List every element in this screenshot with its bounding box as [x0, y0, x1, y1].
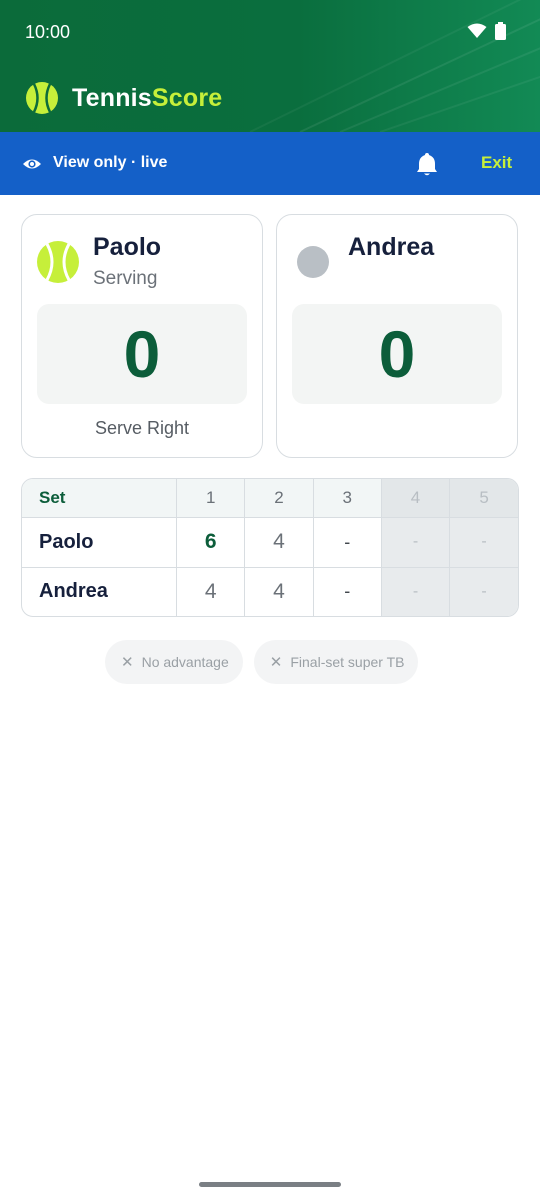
serve-side-label: Serve Right	[94, 418, 190, 438]
brand-name-part2: Score	[151, 83, 223, 112]
set-score-cell: -	[449, 516, 518, 568]
app-header: 10:00 TennisScore	[0, 0, 540, 132]
wifi-icon	[467, 23, 487, 38]
exit-button[interactable]: Exit	[481, 153, 512, 173]
set-score-cell: 4	[244, 566, 314, 616]
table-header-row: Set 1 2 3 4 5	[22, 479, 518, 518]
tennis-ball-icon	[26, 82, 58, 114]
rule-chips: ✕ No advantage ✕ Final-set super TB	[105, 640, 419, 684]
game-score-box: 0	[292, 304, 502, 404]
set-score-cell: 4	[244, 516, 314, 568]
set-score-cell: -	[380, 516, 451, 568]
status-icons	[467, 22, 506, 40]
set-score-cell: -	[312, 566, 382, 616]
view-only-label: View only · live	[53, 154, 168, 171]
bell-icon[interactable]	[414, 151, 440, 177]
battery-icon	[495, 22, 506, 40]
view-only-bar: View only · live Exit	[0, 132, 540, 195]
game-score: 0	[378, 317, 416, 391]
status-time: 10:00	[25, 22, 71, 42]
player-name: Andrea	[348, 233, 435, 261]
brand-name: TennisScore	[72, 84, 222, 113]
player-card-andrea: Andrea 0	[276, 214, 518, 458]
set-column-header: 4	[380, 479, 451, 518]
set-column-header: 2	[244, 479, 314, 518]
close-icon: ✕	[269, 654, 283, 671]
no-advantage-chip: ✕ No advantage	[105, 640, 243, 684]
set-score-cell: 4	[176, 566, 246, 616]
table-row: Paolo 6 4 - - -	[22, 516, 518, 568]
player-card-paolo: Paolo Serving 0 Serve Right	[21, 214, 263, 458]
grey-dot-icon	[297, 246, 329, 278]
set-score-table: Set 1 2 3 4 5 Paolo 6 4 - - - Andrea 4 4…	[21, 478, 519, 617]
close-icon: ✕	[121, 654, 134, 671]
row-player-name: Andrea	[22, 566, 178, 616]
set-column-header: 1	[176, 479, 246, 518]
player-name: Paolo	[93, 233, 162, 261]
chip-label: Final-set super TB	[290, 654, 405, 670]
set-column-header: 3	[312, 479, 382, 518]
table-row: Andrea 4 4 - - -	[22, 566, 518, 616]
set-score-cell: -	[380, 566, 451, 616]
home-indicator[interactable]	[199, 1182, 341, 1187]
brand-name-part1: Tennis	[72, 83, 152, 112]
final-set-super-tb-chip: ✕ Final-set super TB	[253, 640, 419, 684]
chip-label: No advantage	[141, 654, 229, 670]
set-score-cell: 6	[176, 516, 246, 568]
brand: TennisScore	[25, 80, 222, 116]
set-score-cell: -	[312, 516, 382, 568]
eye-icon	[23, 159, 41, 169]
set-header-label: Set	[22, 479, 178, 518]
row-player-name: Paolo	[22, 516, 178, 568]
set-score-cell: -	[449, 566, 518, 616]
set-column-header: 5	[449, 479, 518, 518]
game-score-box: 0	[37, 304, 247, 404]
tennis-ball-icon	[37, 241, 79, 283]
serving-status: Serving	[93, 268, 158, 289]
game-score: 0	[123, 317, 161, 391]
